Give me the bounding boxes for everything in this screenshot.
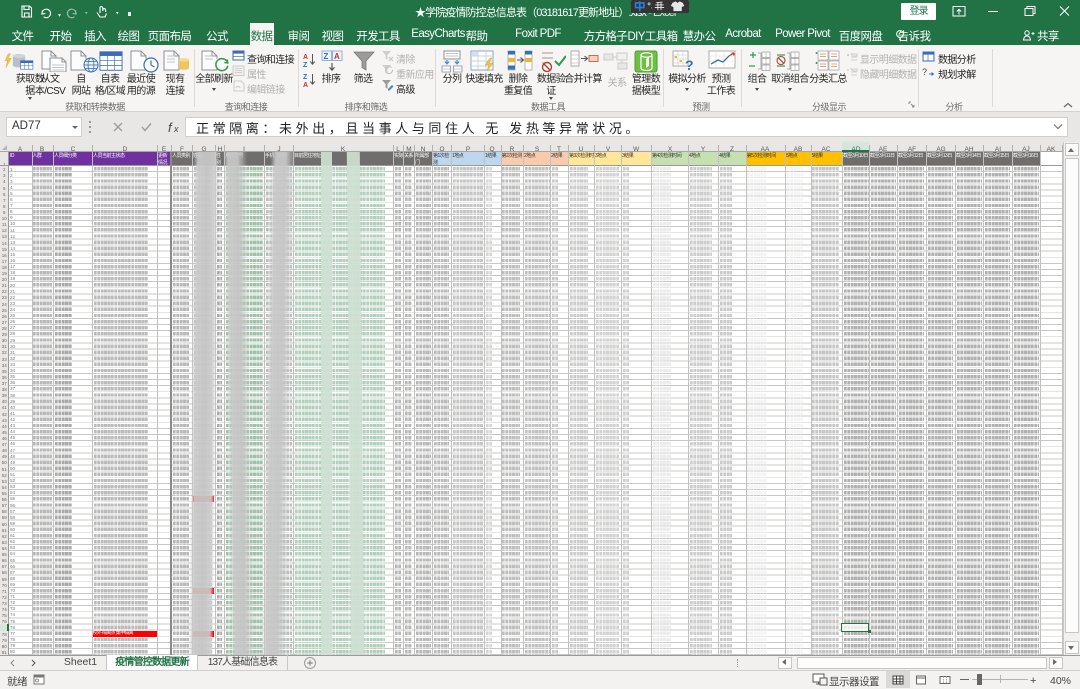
svg-text:f: f (168, 120, 173, 135)
svg-text:?: ? (922, 67, 927, 77)
svg-text:A: A (303, 54, 308, 61)
svg-text:?: ? (685, 57, 694, 72)
svg-text:Z: Z (303, 74, 308, 81)
svg-text:x: x (173, 124, 179, 134)
svg-text:A: A (334, 52, 340, 61)
svg-text:,: , (651, 4, 652, 10)
svg-text:A: A (303, 82, 308, 89)
svg-text:Z: Z (324, 52, 329, 61)
svg-text:Z: Z (303, 62, 308, 69)
